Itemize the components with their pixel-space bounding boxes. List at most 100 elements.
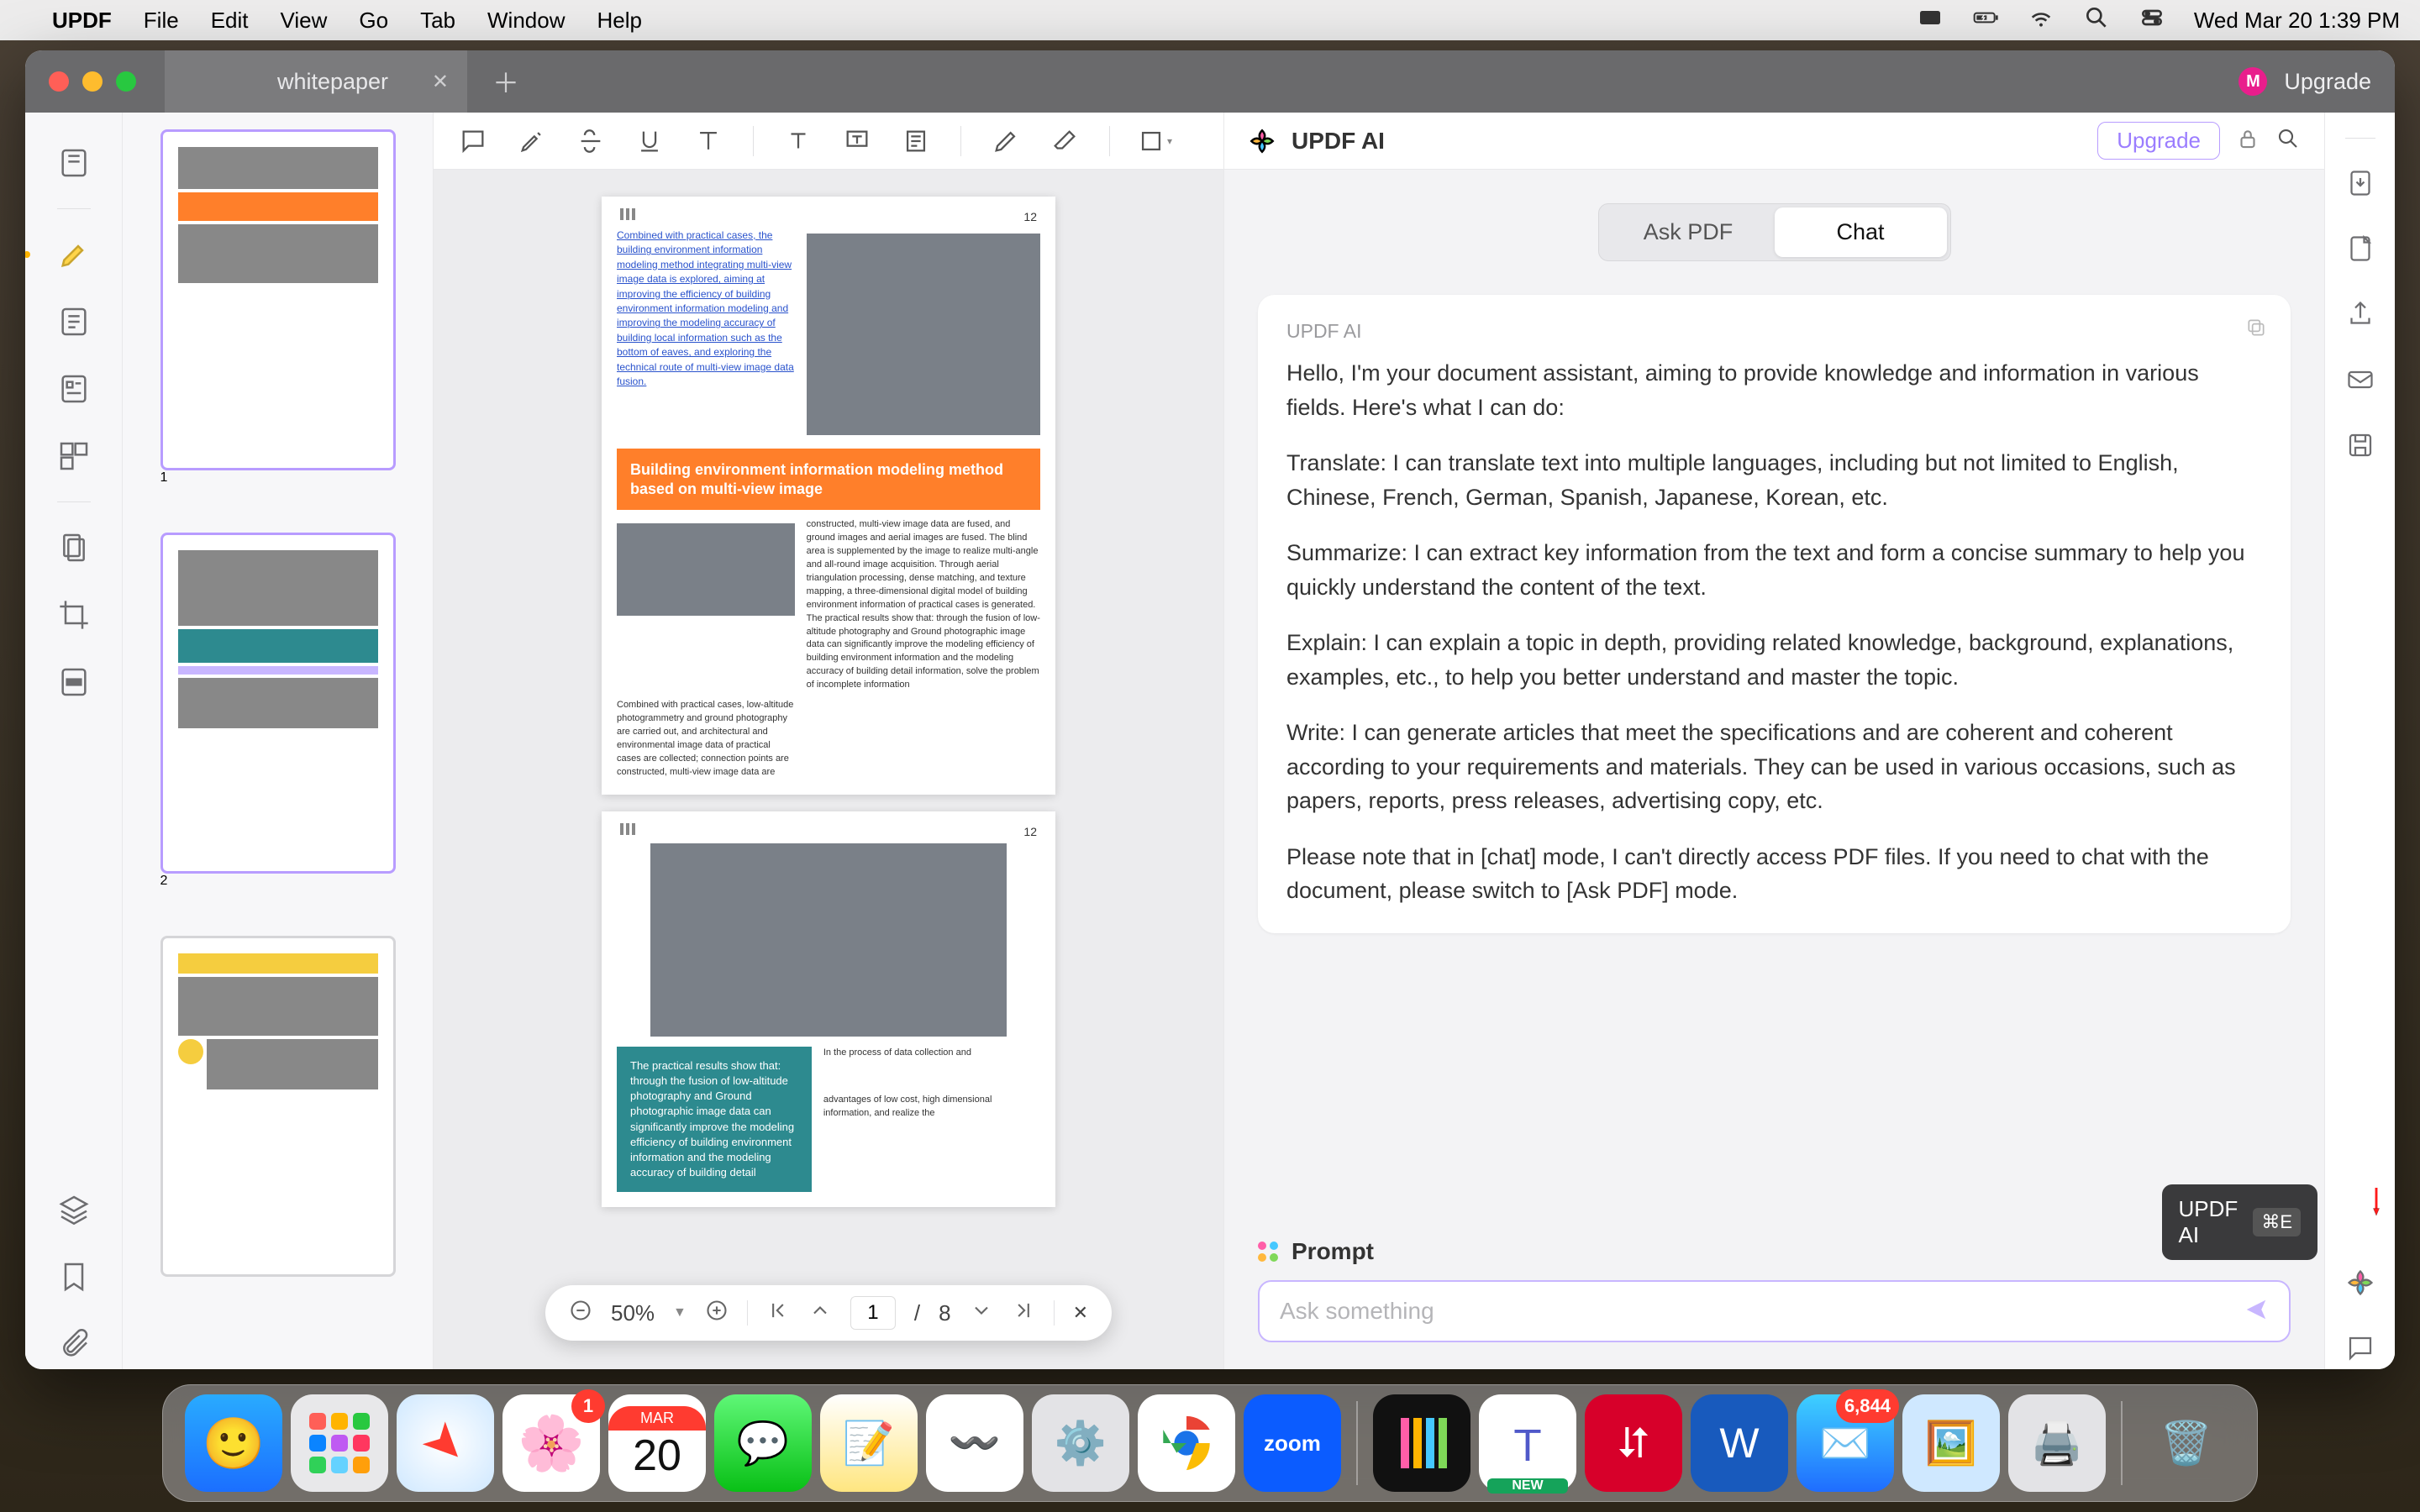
eraser-tool-icon[interactable] (1045, 122, 1084, 160)
edit-text-tool-icon[interactable] (49, 297, 99, 347)
export-icon[interactable] (2339, 162, 2381, 204)
bookmark-icon[interactable] (49, 1252, 99, 1302)
window-titlebar: whitepaper ✕ ＋ M Upgrade (25, 50, 2395, 113)
convert-icon[interactable] (2339, 228, 2381, 270)
ai-upgrade-button[interactable]: Upgrade (2097, 122, 2220, 160)
layers-icon[interactable] (49, 1184, 99, 1235)
reader-tool-icon[interactable] (49, 138, 99, 188)
dock-safari-icon[interactable]: ➤ (397, 1394, 494, 1492)
email-icon[interactable] (2339, 359, 2381, 401)
menu-window[interactable]: Window (487, 8, 565, 34)
prompt-chip[interactable]: Prompt (1258, 1238, 2291, 1265)
wifi-icon[interactable] (2028, 4, 2054, 37)
doc-body-text: In the process of data collection and (823, 1047, 1040, 1060)
page-tools-icon[interactable] (49, 522, 99, 573)
menu-file[interactable]: File (144, 8, 179, 34)
document-tab[interactable]: whitepaper ✕ (165, 50, 467, 113)
prev-page-button[interactable] (808, 1299, 832, 1328)
dock-messages-icon[interactable]: 💬 (714, 1394, 812, 1492)
zoom-dropdown-icon[interactable]: ▼ (673, 1305, 687, 1320)
doc-body-text: Combined with practical cases, the build… (617, 228, 795, 389)
note-tool-icon[interactable] (897, 122, 935, 160)
strikethrough-tool-icon[interactable] (571, 122, 610, 160)
annotate-tool-icon[interactable] (49, 229, 99, 280)
zoom-level[interactable]: 50% (611, 1300, 655, 1326)
menu-go[interactable]: Go (359, 8, 388, 34)
tray-app-icon[interactable] (1917, 4, 1944, 37)
redact-tool-icon[interactable] (49, 657, 99, 707)
dock-chrome-icon[interactable] (1138, 1394, 1235, 1492)
dock-preview-icon[interactable]: 🖼️ (1902, 1394, 2000, 1492)
form-tool-icon[interactable] (49, 364, 99, 414)
close-tab-icon[interactable]: ✕ (432, 70, 449, 94)
ask-pdf-tab[interactable]: Ask PDF (1602, 207, 1775, 257)
thumbnail-page-number: 1 (160, 470, 396, 486)
copy-icon[interactable] (2245, 317, 2267, 343)
close-zoom-bar-icon[interactable]: ✕ (1073, 1302, 1088, 1324)
minimize-window-button[interactable] (82, 71, 103, 92)
control-center-icon[interactable] (2139, 4, 2165, 37)
shape-tool-icon[interactable]: ▾ (1135, 122, 1174, 160)
battery-icon[interactable] (1972, 4, 1999, 37)
chat-tab[interactable]: Chat (1775, 207, 1947, 257)
menu-edit[interactable]: Edit (211, 8, 249, 34)
new-tab-button[interactable]: ＋ (492, 62, 519, 101)
dock-acrobat-icon[interactable]: ⮃ (1585, 1394, 1682, 1492)
dock-trash-icon[interactable]: 🗑️ (2138, 1394, 2235, 1492)
crop-tool-icon[interactable] (49, 590, 99, 640)
dock-badge: 6,844 (1836, 1389, 1899, 1423)
page-thumbnail[interactable] (160, 533, 396, 874)
dock-freeform-icon[interactable]: 〰️ (926, 1394, 1023, 1492)
dock-printer-icon[interactable]: 🖨️ (2008, 1394, 2106, 1492)
dock-launchpad-icon[interactable] (291, 1394, 388, 1492)
fullscreen-window-button[interactable] (116, 71, 136, 92)
dock-word-icon[interactable]: W (1691, 1394, 1788, 1492)
menu-help[interactable]: Help (597, 8, 641, 34)
last-page-button[interactable] (1012, 1299, 1035, 1328)
app-name[interactable]: UPDF (52, 8, 112, 34)
underline-tool-icon[interactable] (630, 122, 669, 160)
text-box-tool-icon[interactable] (779, 122, 818, 160)
comment-tool-icon[interactable] (454, 122, 492, 160)
text-tool-icon[interactable] (689, 122, 728, 160)
dock-mail-icon[interactable]: ✉️6,844 (1797, 1394, 1894, 1492)
share-icon[interactable] (2339, 293, 2381, 335)
first-page-button[interactable] (766, 1299, 790, 1328)
menu-tab[interactable]: Tab (420, 8, 455, 34)
dock-notes-icon[interactable]: 📝 (820, 1394, 918, 1492)
menubar-clock[interactable]: Wed Mar 20 1:39 PM (2194, 8, 2400, 34)
dock-teams-icon[interactable]: ＴNEW (1479, 1394, 1576, 1492)
user-avatar[interactable]: M (2238, 67, 2267, 96)
pencil-tool-icon[interactable] (986, 122, 1025, 160)
ai-mode-segmented: Ask PDF Chat (1598, 203, 1951, 261)
dock-settings-icon[interactable]: ⚙️ (1032, 1394, 1129, 1492)
dock-zoom-icon[interactable]: zoom (1244, 1394, 1341, 1492)
send-icon[interactable] (2244, 1297, 2269, 1326)
next-page-button[interactable] (970, 1299, 993, 1328)
page-thumbnail[interactable] (160, 129, 396, 470)
updf-ai-toggle-icon[interactable] (2339, 1262, 2381, 1304)
callout-tool-icon[interactable] (838, 122, 876, 160)
organize-tool-icon[interactable] (49, 431, 99, 481)
zoom-out-button[interactable] (569, 1299, 592, 1328)
page-number-input[interactable] (850, 1296, 896, 1330)
search-icon[interactable] (2275, 126, 2301, 155)
save-icon[interactable] (2339, 424, 2381, 466)
dock-updf-icon[interactable] (1373, 1394, 1470, 1492)
document-canvas[interactable]: ▾ 12 Combined with practical cases, the … (434, 113, 1223, 1369)
lock-icon[interactable] (2235, 126, 2260, 155)
spotlight-icon[interactable] (2083, 4, 2110, 37)
page-thumbnail[interactable] (160, 936, 396, 1277)
upgrade-link[interactable]: Upgrade (2284, 69, 2371, 95)
ai-chat-input[interactable] (1280, 1298, 2230, 1325)
close-window-button[interactable] (49, 71, 69, 92)
macos-dock: 🙂 ➤ 🌸1 MAR20 💬 📝 〰️ ⚙️ zoom ＴNEW ⮃ W ✉️6… (162, 1384, 2258, 1502)
highlighter-tool-icon[interactable] (513, 122, 551, 160)
comments-panel-icon[interactable] (2339, 1327, 2381, 1369)
dock-finder-icon[interactable]: 🙂 (185, 1394, 282, 1492)
zoom-in-button[interactable] (705, 1299, 729, 1328)
menu-view[interactable]: View (281, 8, 328, 34)
attachment-icon[interactable] (49, 1319, 99, 1369)
dock-calendar-icon[interactable]: MAR20 (608, 1394, 706, 1492)
dock-photos-icon[interactable]: 🌸1 (502, 1394, 600, 1492)
